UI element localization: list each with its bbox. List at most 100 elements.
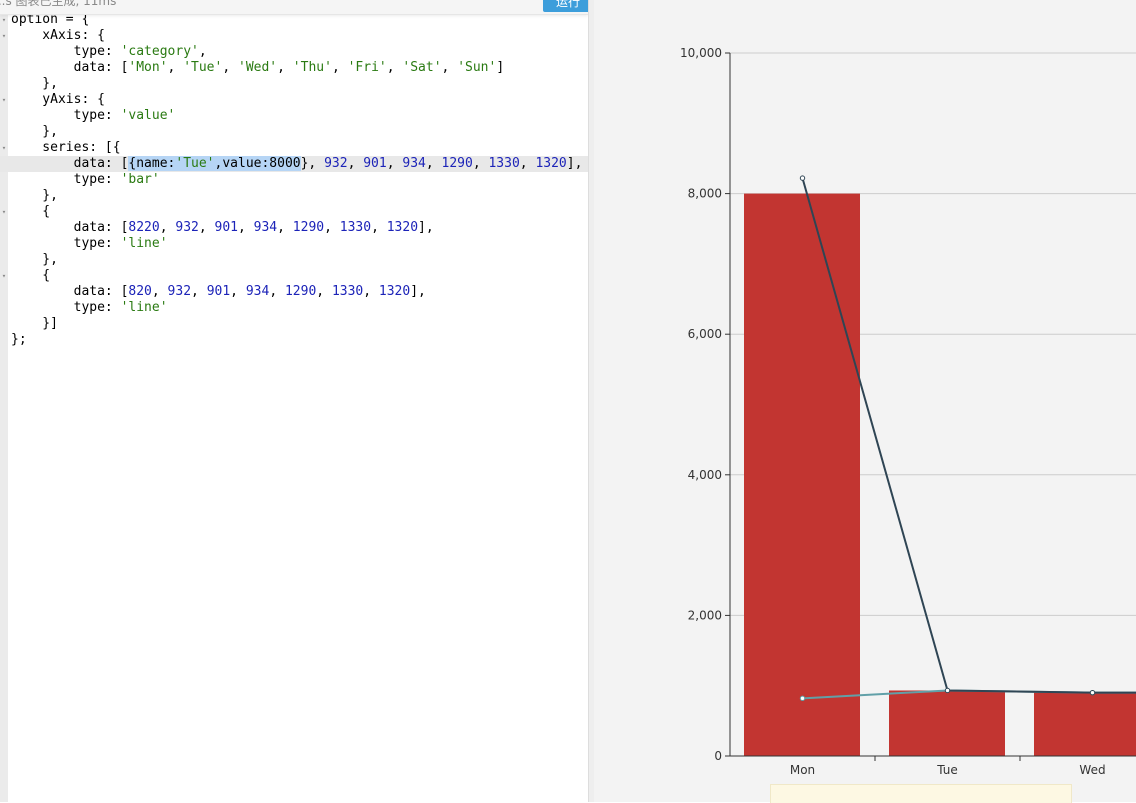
code-text: xAxis: { — [11, 28, 105, 44]
code-token: data: [ — [11, 284, 128, 299]
code-token: 901 — [215, 220, 238, 235]
code-line[interactable]: type: 'category', — [0, 44, 588, 60]
chart: 02,0004,0006,0008,00010,000MonTueWed — [594, 0, 1136, 802]
code-line[interactable]: data: [820, 932, 901, 934, 1290, 1330, 1… — [0, 284, 588, 300]
code-token: 932 — [175, 220, 198, 235]
code-token: }, — [11, 124, 58, 139]
code-token: {name: — [128, 156, 175, 171]
code-line[interactable]: }, — [0, 188, 588, 204]
code-token: , — [277, 60, 293, 75]
code-token: 934 — [246, 284, 269, 299]
bar — [744, 194, 860, 756]
code-token: 1320 — [387, 220, 418, 235]
code-token: type: — [11, 172, 121, 187]
code-token: 1290 — [442, 156, 473, 171]
line-point — [945, 688, 949, 692]
code-text: data: [8220, 932, 901, 934, 1290, 1330, … — [11, 220, 434, 236]
code-line[interactable]: type: 'bar' — [0, 172, 588, 188]
fold-toggle-icon[interactable]: ▾ — [0, 268, 8, 284]
code-token: , — [332, 60, 348, 75]
code-token: , — [348, 156, 364, 171]
code-token: 932 — [168, 284, 191, 299]
code-text: type: 'bar' — [11, 172, 160, 188]
code-line[interactable]: type: 'line' — [0, 236, 588, 252]
code-token: , — [199, 220, 215, 235]
code-line[interactable]: type: 'line' — [0, 300, 588, 316]
fold-toggle-icon[interactable]: ▾ — [0, 92, 8, 108]
code-token: 1290 — [285, 284, 316, 299]
code-token: 901 — [363, 156, 386, 171]
code-token: , — [426, 156, 442, 171]
code-token: 820 — [128, 284, 151, 299]
code-token: ], — [410, 284, 426, 299]
code-token: , — [277, 220, 293, 235]
code-text: }, — [11, 76, 58, 92]
fold-toggle-icon[interactable]: ▾ — [0, 140, 8, 156]
code-token: , — [371, 220, 387, 235]
code-token: , — [316, 284, 332, 299]
code-text: }, — [11, 252, 58, 268]
code-line[interactable]: }, — [0, 76, 588, 92]
code-area[interactable]: ▾option = {▾ xAxis: { type: 'category', … — [0, 12, 588, 348]
code-text: }] — [11, 316, 58, 332]
code-token: , — [520, 156, 536, 171]
code-line[interactable]: data: ['Mon', 'Tue', 'Wed', 'Thu', 'Fri'… — [0, 60, 588, 76]
code-token: 1320 — [535, 156, 566, 171]
code-line[interactable]: }, — [0, 124, 588, 140]
code-editor[interactable]: ▾option = {▾ xAxis: { type: 'category', … — [0, 0, 588, 802]
code-token: xAxis: { — [11, 28, 105, 43]
line-point — [800, 176, 804, 180]
code-token: 'Fri' — [348, 60, 387, 75]
code-token: 'category' — [121, 44, 199, 59]
code-line[interactable]: }, — [0, 252, 588, 268]
code-token: type: — [11, 44, 121, 59]
code-token: , — [222, 60, 238, 75]
code-token: 'Thu' — [293, 60, 332, 75]
code-token: 'Wed' — [238, 60, 277, 75]
code-text: }, — [11, 124, 58, 140]
y-tick-label: 10,000 — [680, 46, 722, 60]
code-token: 'line' — [121, 300, 168, 315]
code-line[interactable]: ▾ xAxis: { — [0, 28, 588, 44]
code-token: 1330 — [488, 156, 519, 171]
x-tick-label: Wed — [1079, 763, 1105, 777]
code-line[interactable]: ▾ { — [0, 268, 588, 284]
code-text: data: ['Mon', 'Tue', 'Wed', 'Thu', 'Fri'… — [11, 60, 504, 76]
code-line[interactable]: }; — [0, 332, 588, 348]
code-token: }, — [301, 156, 324, 171]
code-text: data: [820, 932, 901, 934, 1290, 1330, 1… — [11, 284, 426, 300]
code-text: { — [11, 204, 50, 220]
code-line[interactable]: data: [8220, 932, 901, 934, 1290, 1330, … — [0, 220, 588, 236]
code-line[interactable]: ▾ { — [0, 204, 588, 220]
run-button[interactable]: 运行 — [543, 0, 588, 12]
code-token: 1320 — [379, 284, 410, 299]
code-token: }; — [11, 332, 27, 347]
y-tick-label: 0 — [714, 749, 722, 763]
code-token: yAxis: { — [11, 92, 105, 107]
code-token: ], — [418, 220, 434, 235]
code-token: 901 — [207, 284, 230, 299]
code-token: 1330 — [332, 284, 363, 299]
code-text: yAxis: { — [11, 92, 105, 108]
code-token: ,value:8000 — [215, 156, 301, 171]
code-line[interactable]: ▾ yAxis: { — [0, 92, 588, 108]
y-tick-label: 2,000 — [688, 608, 722, 622]
fold-toggle-icon[interactable]: ▾ — [0, 204, 8, 220]
code-line[interactable]: type: 'value' — [0, 108, 588, 124]
code-line[interactable]: ▾ series: [{ — [0, 140, 588, 156]
code-token: , — [387, 156, 403, 171]
fold-toggle-icon[interactable]: ▾ — [0, 28, 8, 44]
code-token: , — [199, 44, 207, 59]
tooltip — [770, 784, 1072, 803]
code-token: 932 — [324, 156, 347, 171]
code-line[interactable]: data: [{name:'Tue',value:8000}, 932, 901… — [0, 156, 588, 172]
code-token: data: [ — [11, 156, 128, 171]
code-token: series: [{ — [11, 140, 121, 155]
code-token: , — [230, 284, 246, 299]
line-point — [800, 696, 804, 700]
code-token: { — [11, 204, 50, 219]
code-token: ] — [496, 60, 504, 75]
code-token: type: — [11, 236, 121, 251]
code-line[interactable]: }] — [0, 316, 588, 332]
code-token: 'Sun' — [457, 60, 496, 75]
